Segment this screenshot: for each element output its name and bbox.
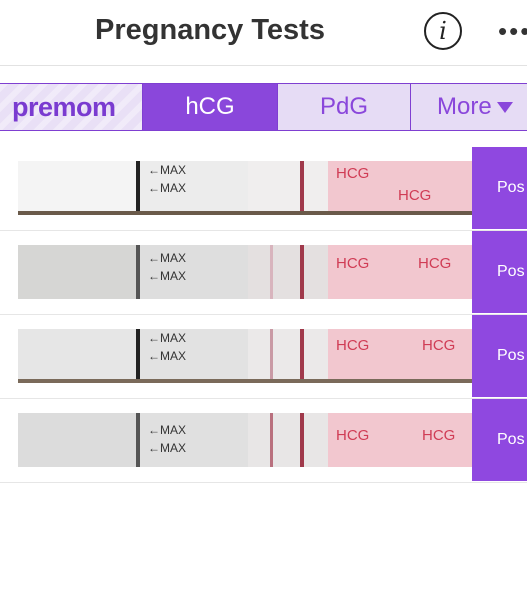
max-label: ←MAX [148, 331, 187, 345]
tab-hcg[interactable]: hCG [143, 84, 278, 130]
max-label: ←MAX [148, 163, 187, 177]
handle-brand-text: HCG [336, 337, 370, 354]
handle-brand-text: HCG [336, 165, 370, 182]
test-type-tabbar: premom hCG PdG More [0, 83, 527, 131]
max-label: ←MAX [148, 181, 187, 195]
test-line [270, 329, 273, 383]
tab-pdg[interactable]: PdG [278, 84, 411, 130]
test-line [270, 413, 273, 467]
handle-brand-text: HCG [422, 337, 456, 354]
handle-brand-text: HCG [336, 255, 370, 272]
header-bar: Pregnancy Tests i ••• [0, 0, 527, 66]
handle-brand-text: HCG [418, 255, 452, 272]
test-row[interactable]: ←MAX ←MAX HCG HCG Pos [0, 147, 527, 231]
tab-more[interactable]: More [411, 84, 527, 130]
max-label: ←MAX [148, 269, 187, 283]
info-button[interactable]: i [424, 12, 462, 50]
test-strip-image: ←MAX ←MAX HCG HCG [18, 245, 473, 299]
max-label: ←MAX [148, 441, 187, 455]
premom-logo: premom [0, 84, 143, 130]
max-label: ←MAX [148, 251, 187, 265]
test-line [300, 161, 304, 215]
info-icon: i [439, 17, 447, 45]
chevron-down-icon [496, 101, 513, 113]
result-positive-button[interactable]: Pos [472, 147, 527, 229]
tab-label: hCG [185, 93, 235, 120]
result-positive-button[interactable]: Pos [472, 315, 527, 397]
test-line [270, 245, 273, 299]
more-options-icon[interactable]: ••• [498, 16, 527, 47]
test-row[interactable]: ←MAX ←MAX HCG HCG Pos [0, 399, 527, 483]
brand-label: premom [12, 91, 116, 122]
handle-brand-text: HCG [398, 187, 432, 204]
result-positive-button[interactable]: Pos [472, 231, 527, 313]
test-strip-image: ←MAX ←MAX HCG HCG [18, 161, 473, 215]
control-line [300, 413, 304, 467]
result-positive-button[interactable]: Pos [472, 399, 527, 481]
test-row[interactable]: ←MAX ←MAX HCG HCG Pos [0, 231, 527, 315]
control-line [300, 245, 304, 299]
test-row[interactable]: ←MAX ←MAX HCG HCG Pos [0, 315, 527, 399]
tab-label: PdG [319, 93, 369, 120]
max-label: ←MAX [148, 349, 187, 363]
handle-brand-text: HCG [422, 427, 456, 444]
test-strip-image: ←MAX ←MAX HCG HCG [18, 413, 473, 467]
tab-label: More [437, 93, 492, 120]
handle-brand-text: HCG [336, 427, 370, 444]
control-line [300, 329, 304, 383]
page-title: Pregnancy Tests [95, 14, 325, 46]
test-strip-image: ←MAX ←MAX HCG HCG [18, 329, 473, 383]
max-label: ←MAX [148, 423, 187, 437]
